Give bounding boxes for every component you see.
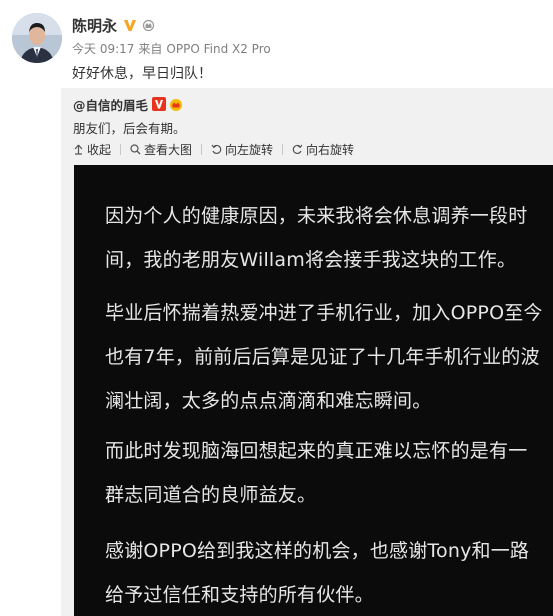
view-large-button[interactable]: 查看大图 <box>130 141 192 158</box>
verified-v-icon <box>124 20 137 31</box>
image-paragraph: 毕业后怀揣着热爱冲进了手机行业，加入OPPO至今也有7年，前前后后算是见证了十几… <box>105 302 543 412</box>
source-prefix: 来自 <box>138 42 163 56</box>
collapse-label: 收起 <box>87 142 112 157</box>
weibo-post: 陈明永 今天 09:17 来自 OPPO Find X2 Pro 好好休息，早日归队… <box>0 0 553 616</box>
rotate-right-button[interactable]: 向右旋转 <box>292 141 354 158</box>
rotate-left-label: 向左旋转 <box>225 142 274 157</box>
verified-v-icon <box>152 97 167 111</box>
rotate-right-label: 向右旋转 <box>306 142 355 157</box>
repost-box: @自信的眉毛 朋友们，后会有期。 收起 查看大图 向左旋转 向右旋转 因为个人的… <box>61 88 553 616</box>
post-meta: 今天 09:17 来自 OPPO Find X2 Pro <box>72 40 275 57</box>
level-crown-icon <box>142 19 155 32</box>
toolbar-divider <box>201 143 203 155</box>
rotate-right-icon <box>292 144 303 154</box>
toolbar-divider <box>120 143 122 155</box>
post-text: 好好休息，早日归队！ <box>72 66 212 82</box>
image-toolbar: 收起 查看大图 向左旋转 向右旋转 <box>73 140 354 158</box>
toolbar-divider <box>282 143 284 155</box>
view-large-label: 查看大图 <box>144 142 193 157</box>
image-paragraph: 感谢OPPO给到我这样的机会，也感谢Tony和一路给予过信任和支持的所有伙伴。 <box>105 540 530 606</box>
collapse-arrow-icon <box>74 144 83 155</box>
repost-author-row: @自信的眉毛 <box>73 95 184 113</box>
rotate-left-button[interactable]: 向左旋转 <box>211 141 273 158</box>
author-row: 陈明永 <box>72 14 155 36</box>
avatar[interactable] <box>12 13 62 63</box>
author-name[interactable]: 陈明永 <box>72 15 117 36</box>
collapse-button[interactable]: 收起 <box>73 141 111 158</box>
level-crown-icon <box>170 99 183 111</box>
repost-author[interactable]: @自信的眉毛 <box>73 95 148 114</box>
rotate-left-icon <box>211 144 222 154</box>
magnifier-icon <box>130 143 141 154</box>
post-source[interactable]: OPPO Find X2 Pro <box>166 42 270 56</box>
repost-text: 朋友们，后会有期。 <box>73 121 186 136</box>
repost-image[interactable]: 因为个人的健康原因，未来我将会休息调养一段时间，我的老朋友Willam将会接手我… <box>74 165 553 616</box>
image-paragraph: 因为个人的健康原因，未来我将会休息调养一段时间，我的老朋友Willam将会接手我… <box>105 205 528 271</box>
post-time[interactable]: 今天 09:17 <box>72 42 134 56</box>
image-paragraph: 而此时发现脑海回想起来的真正难以忘怀的是有一群志同道合的良师益友。 <box>105 440 528 506</box>
